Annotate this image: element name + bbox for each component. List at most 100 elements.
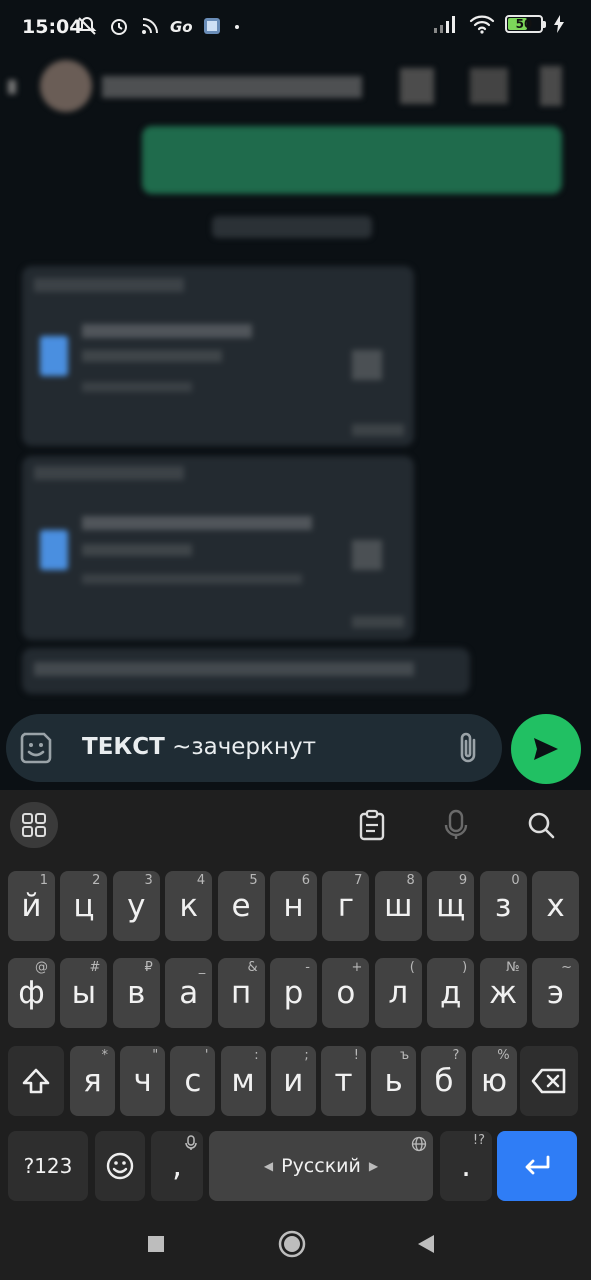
key-label: ц: [73, 888, 95, 924]
key-ю[interactable]: ю%: [471, 1046, 517, 1116]
key-а[interactable]: а _: [165, 958, 213, 1028]
key-label: в: [127, 975, 146, 1011]
key-з[interactable]: з0: [479, 871, 527, 941]
incoming-file-message[interactable]: [22, 456, 414, 640]
key-и[interactable]: и;: [270, 1046, 316, 1116]
video-call-icon[interactable]: [400, 68, 434, 104]
key-label: а: [179, 975, 199, 1011]
emoji-icon: [106, 1152, 134, 1180]
key-label: э: [546, 975, 564, 1011]
key-у[interactable]: у3: [112, 871, 160, 941]
back-arrow-icon[interactable]: [8, 80, 16, 94]
key-label: г: [337, 888, 355, 924]
recents-button[interactable]: [138, 1226, 174, 1262]
send-button[interactable]: [511, 714, 581, 784]
search-button[interactable]: [520, 804, 562, 846]
key-hint: 8: [406, 873, 415, 888]
key-hint: 4: [196, 873, 206, 888]
key-hint: 5: [249, 873, 258, 888]
apps-grid-icon: [22, 813, 46, 837]
message-input[interactable]: ТЕКСТ ~зачеркнут: [6, 714, 502, 782]
sticker-icon[interactable]: [18, 730, 54, 766]
system-nav-bar: [0, 1210, 591, 1280]
incoming-message[interactable]: [22, 648, 470, 694]
chat-header: [0, 54, 591, 124]
key-hint: 6: [301, 873, 310, 888]
key-п[interactable]: п &: [217, 958, 265, 1028]
key-label: ф: [18, 975, 45, 1011]
key-в[interactable]: в ₽: [112, 958, 160, 1028]
key-б[interactable]: б?: [421, 1046, 467, 1116]
mic-hint-icon: [185, 1135, 197, 1150]
message-input-text[interactable]: ТЕКСТ ~зачеркнут: [82, 734, 316, 760]
more-menu-icon[interactable]: [540, 66, 562, 106]
clipboard-button[interactable]: [352, 804, 392, 846]
period-key-hint: !?: [472, 1133, 485, 1148]
download-icon[interactable]: [352, 350, 382, 380]
wifi-icon: [469, 15, 495, 34]
key-ш[interactable]: ш8: [374, 871, 422, 941]
key-label: т: [334, 1063, 353, 1099]
key-label: ж: [489, 975, 518, 1011]
comma-key-label: ,: [172, 1148, 182, 1184]
key-щ[interactable]: щ9: [427, 871, 475, 941]
key-с[interactable]: с ': [170, 1046, 216, 1116]
key-н[interactable]: н6: [270, 871, 317, 941]
attach-icon[interactable]: [454, 730, 484, 766]
key-о[interactable]: о +: [322, 958, 370, 1028]
voice-call-icon[interactable]: [470, 68, 508, 104]
contact-avatar[interactable]: [40, 60, 92, 112]
home-button[interactable]: [274, 1226, 310, 1262]
symbols-key-label: ?123: [23, 1154, 73, 1178]
charging-icon: [554, 15, 564, 33]
key-label: ч: [133, 1063, 152, 1099]
key-й[interactable]: й1: [8, 871, 55, 941]
key-я[interactable]: я *: [70, 1046, 115, 1116]
key-ы[interactable]: ы #: [60, 958, 108, 1028]
voice-input-button[interactable]: [436, 804, 476, 846]
strike-text: ~зачеркнут: [172, 734, 316, 760]
key-ь[interactable]: ьъ: [371, 1046, 417, 1116]
key-м[interactable]: м:: [220, 1046, 266, 1116]
rss-icon: [142, 18, 158, 34]
key-ч[interactable]: ч ": [120, 1046, 166, 1116]
key-г[interactable]: г7: [322, 871, 370, 941]
key-э[interactable]: э ~: [532, 958, 579, 1028]
key-ц[interactable]: ц2: [60, 871, 108, 941]
back-button[interactable]: [408, 1226, 444, 1262]
key-hint: %: [497, 1048, 510, 1063]
key-label: з: [494, 888, 512, 924]
send-icon: [534, 738, 558, 760]
comma-key[interactable]: ,: [151, 1131, 203, 1201]
key-hint: @: [35, 960, 48, 975]
key-д[interactable]: д): [427, 958, 475, 1028]
contact-name-blurred[interactable]: [102, 76, 362, 98]
key-label: ш: [384, 888, 413, 924]
apps-grid-button[interactable]: [10, 802, 58, 848]
status-time: 15:04: [22, 16, 83, 38]
key-ф[interactable]: ф @: [8, 958, 55, 1028]
shift-key[interactable]: [8, 1046, 64, 1116]
key-label: с: [184, 1063, 202, 1099]
key-л[interactable]: л(: [374, 958, 422, 1028]
outgoing-message[interactable]: [142, 126, 562, 194]
key-е[interactable]: е5: [217, 871, 265, 941]
key-х[interactable]: х: [532, 871, 579, 941]
space-key[interactable]: ◀ Русский ▶: [209, 1131, 433, 1201]
period-key[interactable]: . !?: [440, 1131, 492, 1201]
key-hint: ): [462, 960, 468, 975]
key-label: е: [231, 888, 251, 924]
download-icon[interactable]: [352, 540, 382, 570]
backspace-key[interactable]: [520, 1046, 578, 1116]
key-к[interactable]: к4: [165, 871, 213, 941]
symbols-key[interactable]: ?123: [8, 1131, 88, 1201]
date-chip: [212, 216, 372, 238]
key-т[interactable]: т!: [321, 1046, 366, 1116]
key-ж[interactable]: ж №: [479, 958, 527, 1028]
incoming-file-message[interactable]: [22, 266, 414, 446]
enter-key[interactable]: [497, 1131, 577, 1201]
key-р[interactable]: р-: [270, 958, 317, 1028]
emoji-key[interactable]: [95, 1131, 145, 1201]
signal-icon: [434, 16, 455, 33]
key-hint: 2: [92, 873, 101, 888]
